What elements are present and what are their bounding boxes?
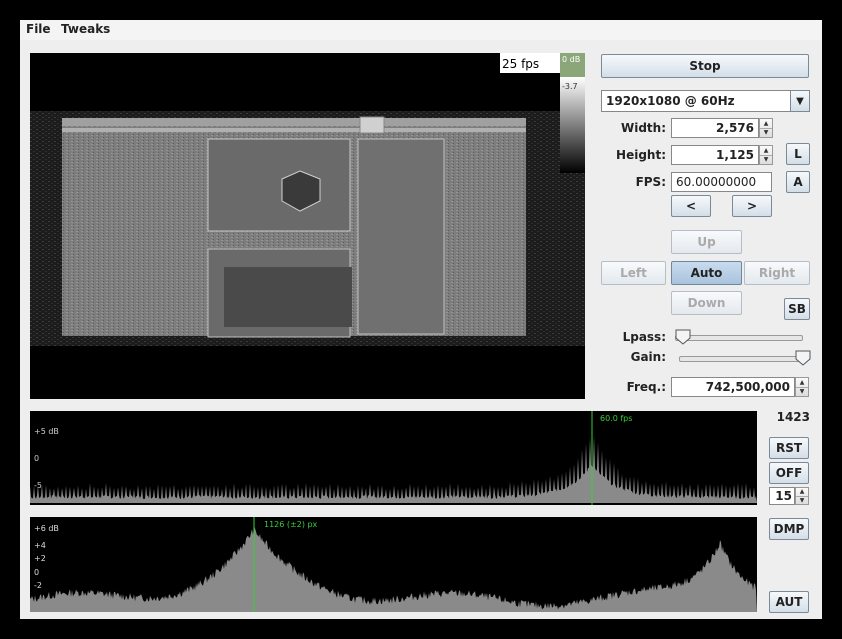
fps-label: FPS:: [635, 175, 666, 189]
correlation-plot[interactable]: +6 dB +4 +2 0 -2 1126 (±2) px: [30, 517, 757, 612]
a-button[interactable]: A: [786, 171, 810, 193]
spin-down-icon[interactable]: ▼: [760, 154, 772, 165]
spin-down-icon[interactable]: ▼: [760, 127, 772, 138]
sb-button[interactable]: SB: [784, 298, 810, 320]
freq-label: Freq.:: [626, 380, 666, 394]
freq-value: 742,500,000: [705, 380, 790, 394]
spectrum-trace: [30, 435, 757, 503]
spectrum-spin-value: 15: [775, 489, 792, 503]
menu-tweaks[interactable]: Tweaks: [61, 22, 110, 36]
freq-input[interactable]: 742,500,000: [671, 377, 795, 397]
spin-up-icon[interactable]: ▲: [760, 119, 772, 128]
gain-slider[interactable]: [679, 356, 807, 362]
spectrum-marker-label: 60.0 fps: [600, 414, 632, 423]
height-value: 1,125: [716, 148, 754, 162]
width-spinner[interactable]: ▲ ▼: [759, 118, 773, 138]
menu-bar: File Tweaks: [20, 20, 822, 40]
fps-spectrum-plot[interactable]: +5 dB 0 -5 60.0 fps: [30, 411, 757, 505]
height-label: Height:: [616, 148, 666, 162]
l-button[interactable]: L: [786, 143, 810, 165]
stop-button[interactable]: Stop: [601, 54, 809, 78]
fps-value: 60.00000000: [676, 175, 757, 189]
correlation-tick: +6 dB: [34, 524, 59, 533]
spectrum-tick: 0: [34, 454, 39, 463]
height-spinner[interactable]: ▲ ▼: [759, 145, 773, 165]
correlation-marker-label: 1126 (±2) px: [264, 520, 318, 529]
correlation-trace: [30, 525, 757, 612]
correlation-tick: +4: [34, 541, 46, 550]
dmp-button[interactable]: DMP: [769, 518, 809, 540]
width-input[interactable]: 2,576: [671, 118, 759, 138]
resolution-value: 1920x1080 @ 60Hz: [606, 94, 735, 108]
up-button[interactable]: Up: [671, 230, 742, 254]
width-value: 2,576: [716, 121, 754, 135]
correlation-tick: +2: [34, 554, 46, 563]
preview-canvas: 25 fps 0 dB -3.7: [30, 53, 585, 346]
off-button[interactable]: OFF: [769, 462, 809, 484]
right-button[interactable]: Right: [744, 261, 810, 285]
lpass-slider[interactable]: [675, 335, 803, 341]
app-window: File Tweaks 25 fps 0 dB -3.7 Stop 1920x1…: [20, 20, 822, 619]
prev-frame-button[interactable]: <: [671, 195, 711, 217]
lpass-label: Lpass:: [622, 330, 666, 344]
correlation-tick: -2: [34, 581, 42, 590]
spectrum-tick: +5 dB: [34, 427, 59, 436]
chevron-down-icon: ▼: [796, 95, 804, 107]
lpass-slider-thumb[interactable]: [675, 329, 691, 348]
aut-button[interactable]: AUT: [769, 591, 809, 613]
down-button[interactable]: Down: [671, 291, 742, 315]
fps-input[interactable]: 60.00000000: [671, 172, 772, 192]
fps-readout: 25 fps: [502, 57, 539, 71]
spectrum-spin-input[interactable]: 15: [769, 487, 795, 505]
spectrum-canvas: +5 dB 0 -5 60.0 fps: [30, 411, 757, 505]
left-button[interactable]: Left: [601, 261, 666, 285]
menu-file[interactable]: File: [26, 22, 51, 36]
spin-up-icon[interactable]: ▲: [796, 488, 808, 496]
spin-down-icon[interactable]: ▼: [796, 386, 808, 397]
video-preview[interactable]: 25 fps 0 dB -3.7: [30, 53, 585, 399]
db-scale-bar: [560, 77, 585, 173]
resolution-select[interactable]: 1920x1080 @ 60Hz: [601, 90, 791, 112]
height-input[interactable]: 1,125: [671, 145, 759, 165]
spin-up-icon[interactable]: ▲: [760, 146, 772, 155]
db-top-label: 0 dB: [562, 55, 580, 64]
width-label: Width:: [620, 121, 666, 135]
freq-spinner[interactable]: ▲ ▼: [795, 377, 809, 397]
resolution-dropdown-button[interactable]: ▼: [790, 90, 810, 112]
correlation-canvas: +6 dB +4 +2 0 -2 1126 (±2) px: [30, 517, 757, 612]
rst-button[interactable]: RST: [769, 437, 809, 459]
auto-button[interactable]: Auto: [671, 261, 742, 285]
db-low-label: -3.7: [562, 82, 578, 91]
spectrum-count: 1423: [776, 410, 810, 424]
spin-up-icon[interactable]: ▲: [796, 378, 808, 387]
spectrum-spinner[interactable]: ▲ ▼: [795, 487, 809, 505]
spin-down-icon[interactable]: ▼: [796, 495, 808, 505]
gain-slider-thumb[interactable]: [795, 350, 811, 369]
gain-label: Gain:: [630, 350, 666, 364]
correlation-tick: 0: [34, 568, 39, 577]
next-frame-button[interactable]: >: [732, 195, 772, 217]
